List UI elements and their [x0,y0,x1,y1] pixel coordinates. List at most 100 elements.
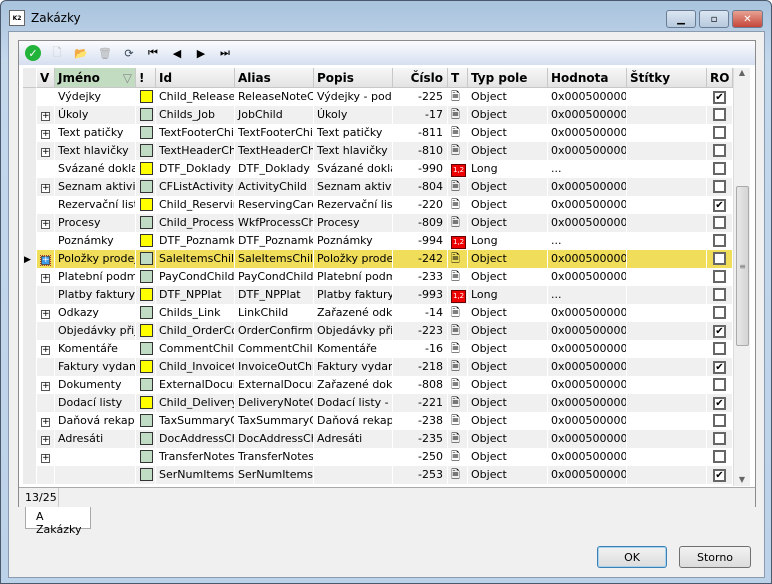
tags-cell[interactable] [627,304,707,322]
alias-cell[interactable]: DeliveryNoteChi [235,394,314,412]
vertical-scrollbar[interactable]: ▲ ≡ ▼ [733,68,750,486]
readonly-checkbox[interactable] [713,378,726,391]
alias-cell[interactable]: ReservingCardC [235,196,314,214]
cislo-cell[interactable]: -804 [393,178,448,196]
cislo-cell[interactable]: -220 [393,196,448,214]
alias-cell[interactable]: DTF_NPPlat [235,286,314,304]
readonly-checkbox[interactable] [713,216,726,229]
alias-cell[interactable]: ExternalDocume [235,376,314,394]
type-cell[interactable]: Object [468,376,548,394]
alias-cell[interactable]: PayCondChild [235,268,314,286]
readonly-checkbox[interactable] [713,108,726,121]
alias-cell[interactable]: TextFooterChild [235,124,314,142]
table-row[interactable]: Poznámky DTF_Poznamky DTF_Poznamky Poznámky… [23,232,733,250]
expand-cell[interactable]: + [37,412,55,430]
value-cell[interactable]: 0x000500000000 [548,88,627,106]
expand-plus-icon[interactable]: + [41,436,50,445]
alias-cell[interactable]: JobChild [235,106,314,124]
tags-cell[interactable] [627,340,707,358]
readonly-checkbox[interactable] [713,288,726,301]
popis-cell[interactable]: Výdejky - podříz [314,88,393,106]
readonly-checkbox[interactable]: ✔ [713,325,726,338]
expand-cell[interactable] [37,466,55,484]
name-cell[interactable]: Text hlavičky [55,142,136,160]
id-cell[interactable]: DTF_Doklady [156,160,235,178]
cislo-cell[interactable]: -990 [393,160,448,178]
readonly-checkbox[interactable] [713,144,726,157]
value-cell[interactable]: 0x000500000000 [548,142,627,160]
row-indicator[interactable] [23,304,37,322]
scroll-down-icon[interactable]: ▼ [734,475,750,484]
table-row[interactable]: +Text hlavičkyTextHeaderChildTextHeaderC… [23,142,733,160]
value-cell[interactable]: ... [548,232,627,250]
popis-cell[interactable]: Položky prodeje [314,250,393,268]
row-indicator[interactable] [23,196,37,214]
header-popis[interactable]: Popis [314,68,393,88]
header-name[interactable]: Jméno ▽ [55,68,136,88]
type-cell[interactable]: Object [468,106,548,124]
cislo-cell[interactable]: -16 [393,340,448,358]
expand-cell[interactable]: + [37,376,55,394]
row-indicator[interactable] [23,448,37,466]
tags-cell[interactable] [627,124,707,142]
value-cell[interactable]: 0x000500000000 [548,250,627,268]
alias-cell[interactable]: SaleItemsChild [235,250,314,268]
alias-cell[interactable]: InvoiceOutChild [235,358,314,376]
last-record-icon[interactable]: ⏭ [217,45,233,61]
tags-cell[interactable] [627,466,707,484]
expand-cell[interactable] [37,394,55,412]
table-row[interactable]: +Text patičkyTextFooterChildTextFooterCh… [23,124,733,142]
table-row[interactable]: SerNumItemsSuSerNumItemsSu -253🗎 Object0x0… [23,466,733,484]
expand-cell[interactable] [37,196,55,214]
cislo-cell[interactable]: -994 [393,232,448,250]
table-row[interactable]: Výdejky Child_ReleaseNoReleaseNoteChiVýde… [23,88,733,106]
alias-cell[interactable]: DTF_Poznamky [235,232,314,250]
popis-cell[interactable]: Úkoly [314,106,393,124]
row-indicator[interactable]: ▶ [23,250,37,268]
tags-cell[interactable] [627,88,707,106]
tags-cell[interactable] [627,196,707,214]
expand-plus-icon[interactable]: + [41,274,50,283]
expand-cell[interactable]: + [37,340,55,358]
table-row[interactable]: +ProcesyChild_ProcessWkfProcessChildProc… [23,214,733,232]
type-cell[interactable]: Object [468,358,548,376]
maximize-button[interactable]: ▫ [699,10,729,28]
popis-cell[interactable] [314,448,393,466]
value-cell[interactable]: 0x000500000000 [548,196,627,214]
cislo-cell[interactable]: -225 [393,88,448,106]
value-cell[interactable]: 0x000500000000 [548,178,627,196]
id-cell[interactable]: SerNumItemsSu [156,466,235,484]
value-cell[interactable]: ... [548,160,627,178]
name-cell[interactable]: Faktury vydané [55,358,136,376]
tags-cell[interactable] [627,286,707,304]
readonly-checkbox[interactable] [713,270,726,283]
expand-plus-icon[interactable]: + [41,346,50,355]
close-button[interactable]: ✕ [732,10,763,28]
ok-button[interactable]: OK [597,546,667,568]
expand-cell[interactable]: + [37,124,55,142]
header-exclamation[interactable]: ! [136,68,156,88]
expand-cell[interactable] [37,322,55,340]
readonly-checkbox[interactable] [713,162,726,175]
type-cell[interactable]: Object [468,412,548,430]
value-cell[interactable]: 0x000500000000 [548,430,627,448]
id-cell[interactable]: Child_ReleaseNo [156,88,235,106]
type-cell[interactable]: Object [468,448,548,466]
readonly-checkbox[interactable]: ✔ [713,397,726,410]
tags-cell[interactable] [627,448,707,466]
alias-cell[interactable]: TextHeaderChild [235,142,314,160]
name-cell[interactable] [55,466,136,484]
value-cell[interactable]: 0x000500000000 [548,268,627,286]
alias-cell[interactable]: TransferNotesC [235,448,314,466]
cancel-button[interactable]: Storno [679,546,751,568]
row-indicator[interactable] [23,340,37,358]
expand-cell[interactable] [37,160,55,178]
header-t[interactable]: T [448,68,468,88]
row-indicator[interactable] [23,88,37,106]
alias-cell[interactable]: DocAddressChild [235,430,314,448]
popis-cell[interactable]: Dodací listy - po [314,394,393,412]
row-indicator[interactable] [23,430,37,448]
tags-cell[interactable] [627,358,707,376]
tags-cell[interactable] [627,160,707,178]
expand-cell[interactable]: + [37,178,55,196]
